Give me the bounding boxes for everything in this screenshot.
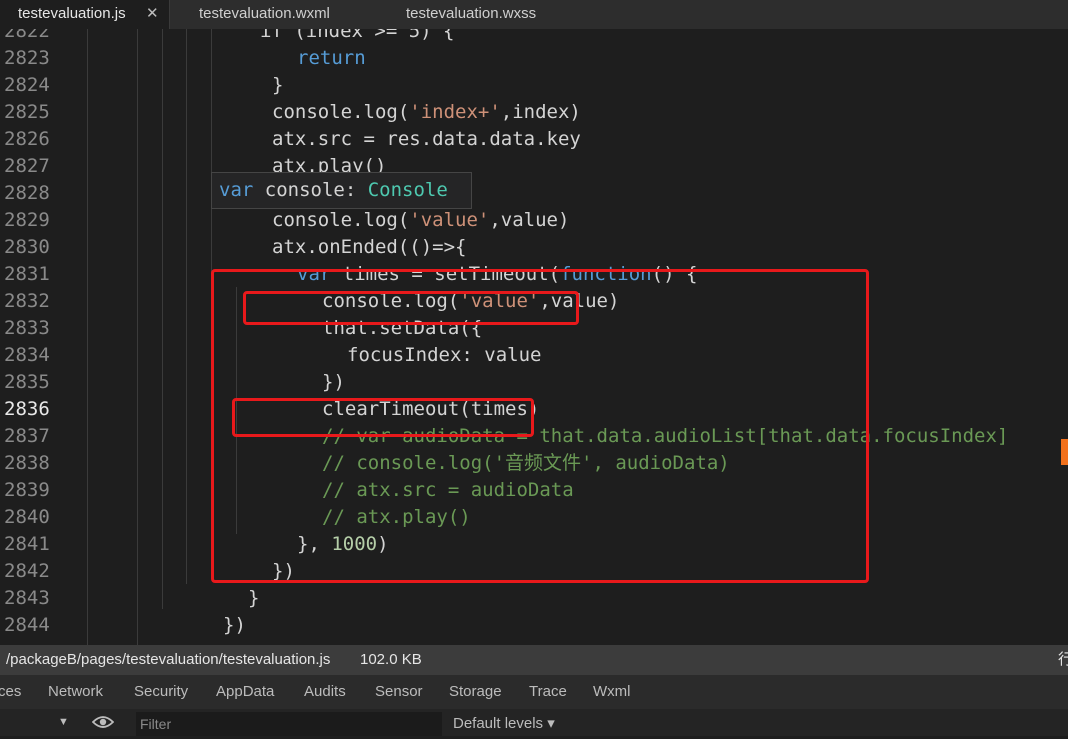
code-token: 'index+' bbox=[409, 101, 501, 123]
code-line: atx.src = res.data.data.key bbox=[272, 126, 581, 153]
highlight-box-console-log bbox=[243, 291, 579, 325]
hover-tooltip: var console: Console bbox=[211, 172, 472, 209]
line-number: 2822 bbox=[4, 29, 50, 42]
edge-marker bbox=[1061, 439, 1068, 465]
default-levels-dropdown[interactable]: Default levels ▾ bbox=[453, 709, 555, 739]
line-number: 2824 bbox=[4, 74, 50, 96]
status-right-char: 行 bbox=[1058, 651, 1068, 668]
eye-icon[interactable] bbox=[91, 715, 115, 734]
code-line: console.log('value',value) bbox=[272, 207, 569, 234]
hover-keyword: var bbox=[219, 179, 254, 201]
code-token: } bbox=[248, 587, 260, 609]
devtools-tab-sources[interactable]: ces bbox=[0, 675, 21, 709]
code-token: atx.onEnded(()=>{ bbox=[272, 236, 467, 258]
hover-name: console: bbox=[253, 179, 368, 201]
indent-guide bbox=[87, 29, 88, 645]
line-number: 2843 bbox=[4, 587, 50, 609]
editor-tab-bar: testevaluation.js ✕ testevaluation.wxml … bbox=[0, 0, 1068, 29]
devtools-tab-bar: ces Network Security AppData Audits Sens… bbox=[0, 675, 1068, 709]
line-number: 2839 bbox=[4, 479, 50, 501]
console-filter-input[interactable] bbox=[136, 712, 442, 736]
tab-label: testevaluation.wxss bbox=[406, 5, 537, 22]
code-line: atx.onEnded(()=>{ bbox=[272, 234, 466, 261]
indent-guide bbox=[137, 29, 138, 645]
code-token: console.log( bbox=[272, 101, 410, 123]
code-line: return bbox=[297, 45, 366, 72]
devtools-tab-storage[interactable]: Storage bbox=[449, 675, 502, 709]
code-line: console.log('index+',index) bbox=[272, 99, 581, 126]
code-token: }) bbox=[223, 614, 246, 636]
line-number: 2828 bbox=[4, 182, 50, 204]
devtools-tab-security[interactable]: Security bbox=[134, 675, 188, 709]
hover-type: Console bbox=[367, 179, 448, 201]
devtools-tab-sensor[interactable]: Sensor bbox=[375, 675, 423, 709]
tab-label: testevaluation.wxml bbox=[199, 5, 330, 22]
tab-testevaluation-js[interactable]: testevaluation.js bbox=[0, 0, 170, 29]
line-number: 2826 bbox=[4, 128, 50, 150]
code-line: if (index >= 5) { bbox=[260, 29, 454, 45]
context-dropdown-icon[interactable]: ▼ bbox=[58, 716, 69, 728]
close-icon[interactable]: ✕ bbox=[146, 0, 159, 27]
code-token: 'value' bbox=[409, 209, 490, 231]
tab-testevaluation-wxss[interactable]: testevaluation.wxss bbox=[376, 0, 576, 29]
line-number: 2832 bbox=[4, 290, 50, 312]
code-token: ,index) bbox=[500, 101, 581, 123]
line-number: 2825 bbox=[4, 101, 50, 123]
devtools-tab-audits[interactable]: Audits bbox=[304, 675, 346, 709]
line-number-gutter: 2822 2823 2824 2825 2826 2827 2828 2829 2830 2831… bbox=[0, 29, 62, 645]
tab-testevaluation-wxml[interactable]: testevaluation.wxml bbox=[170, 0, 376, 29]
hover-tooltip-text: var console: Console bbox=[219, 177, 448, 204]
line-number: 2836 bbox=[4, 398, 50, 420]
line-number: 2840 bbox=[4, 506, 50, 528]
line-number: 2837 bbox=[4, 425, 50, 447]
devtools-tab-trace[interactable]: Trace bbox=[529, 675, 567, 709]
devtools-tab-appdata[interactable]: AppData bbox=[216, 675, 274, 709]
code-line: } bbox=[272, 72, 283, 99]
code-line: } bbox=[248, 585, 259, 612]
status-bar: /packageB/pages/testevaluation/testevalu… bbox=[0, 645, 1068, 675]
code-token: ,value) bbox=[489, 209, 570, 231]
file-size: 102.0 KB bbox=[360, 651, 422, 668]
line-number: 2841 bbox=[4, 533, 50, 555]
line-number: 2827 bbox=[4, 155, 50, 177]
line-number: 2834 bbox=[4, 344, 50, 366]
line-number: 2835 bbox=[4, 371, 50, 393]
code-token: atx.src = res.data.data.key bbox=[272, 128, 581, 150]
code-token: return bbox=[297, 47, 366, 69]
line-number: 2823 bbox=[4, 47, 50, 69]
code-line: }) bbox=[223, 612, 246, 639]
code-token: } bbox=[272, 74, 284, 96]
line-number: 2844 bbox=[4, 614, 50, 636]
line-number: 2833 bbox=[4, 317, 50, 339]
code-editor[interactable]: 2822 2823 2824 2825 2826 2827 2828 2829 2830 2831… bbox=[0, 29, 1068, 645]
indent-guide bbox=[162, 29, 163, 609]
devtools-tab-wxml[interactable]: Wxml bbox=[593, 675, 631, 709]
line-number: 2830 bbox=[4, 236, 50, 258]
line-number: 2838 bbox=[4, 452, 50, 474]
highlight-box-cleartimeout bbox=[232, 398, 534, 437]
indent-guide bbox=[186, 29, 187, 584]
code-token: console.log( bbox=[272, 209, 410, 231]
line-number: 2831 bbox=[4, 263, 50, 285]
line-number: 2842 bbox=[4, 560, 50, 582]
devtools-tab-network[interactable]: Network bbox=[48, 675, 103, 709]
tab-label: testevaluation.js bbox=[18, 5, 126, 22]
file-path: /packageB/pages/testevaluation/testevalu… bbox=[6, 651, 331, 668]
code-token: if (index >= 5) { bbox=[260, 29, 455, 42]
console-toolbar: ▼ Default levels ▾ bbox=[0, 709, 1068, 736]
line-number: 2829 bbox=[4, 209, 50, 231]
